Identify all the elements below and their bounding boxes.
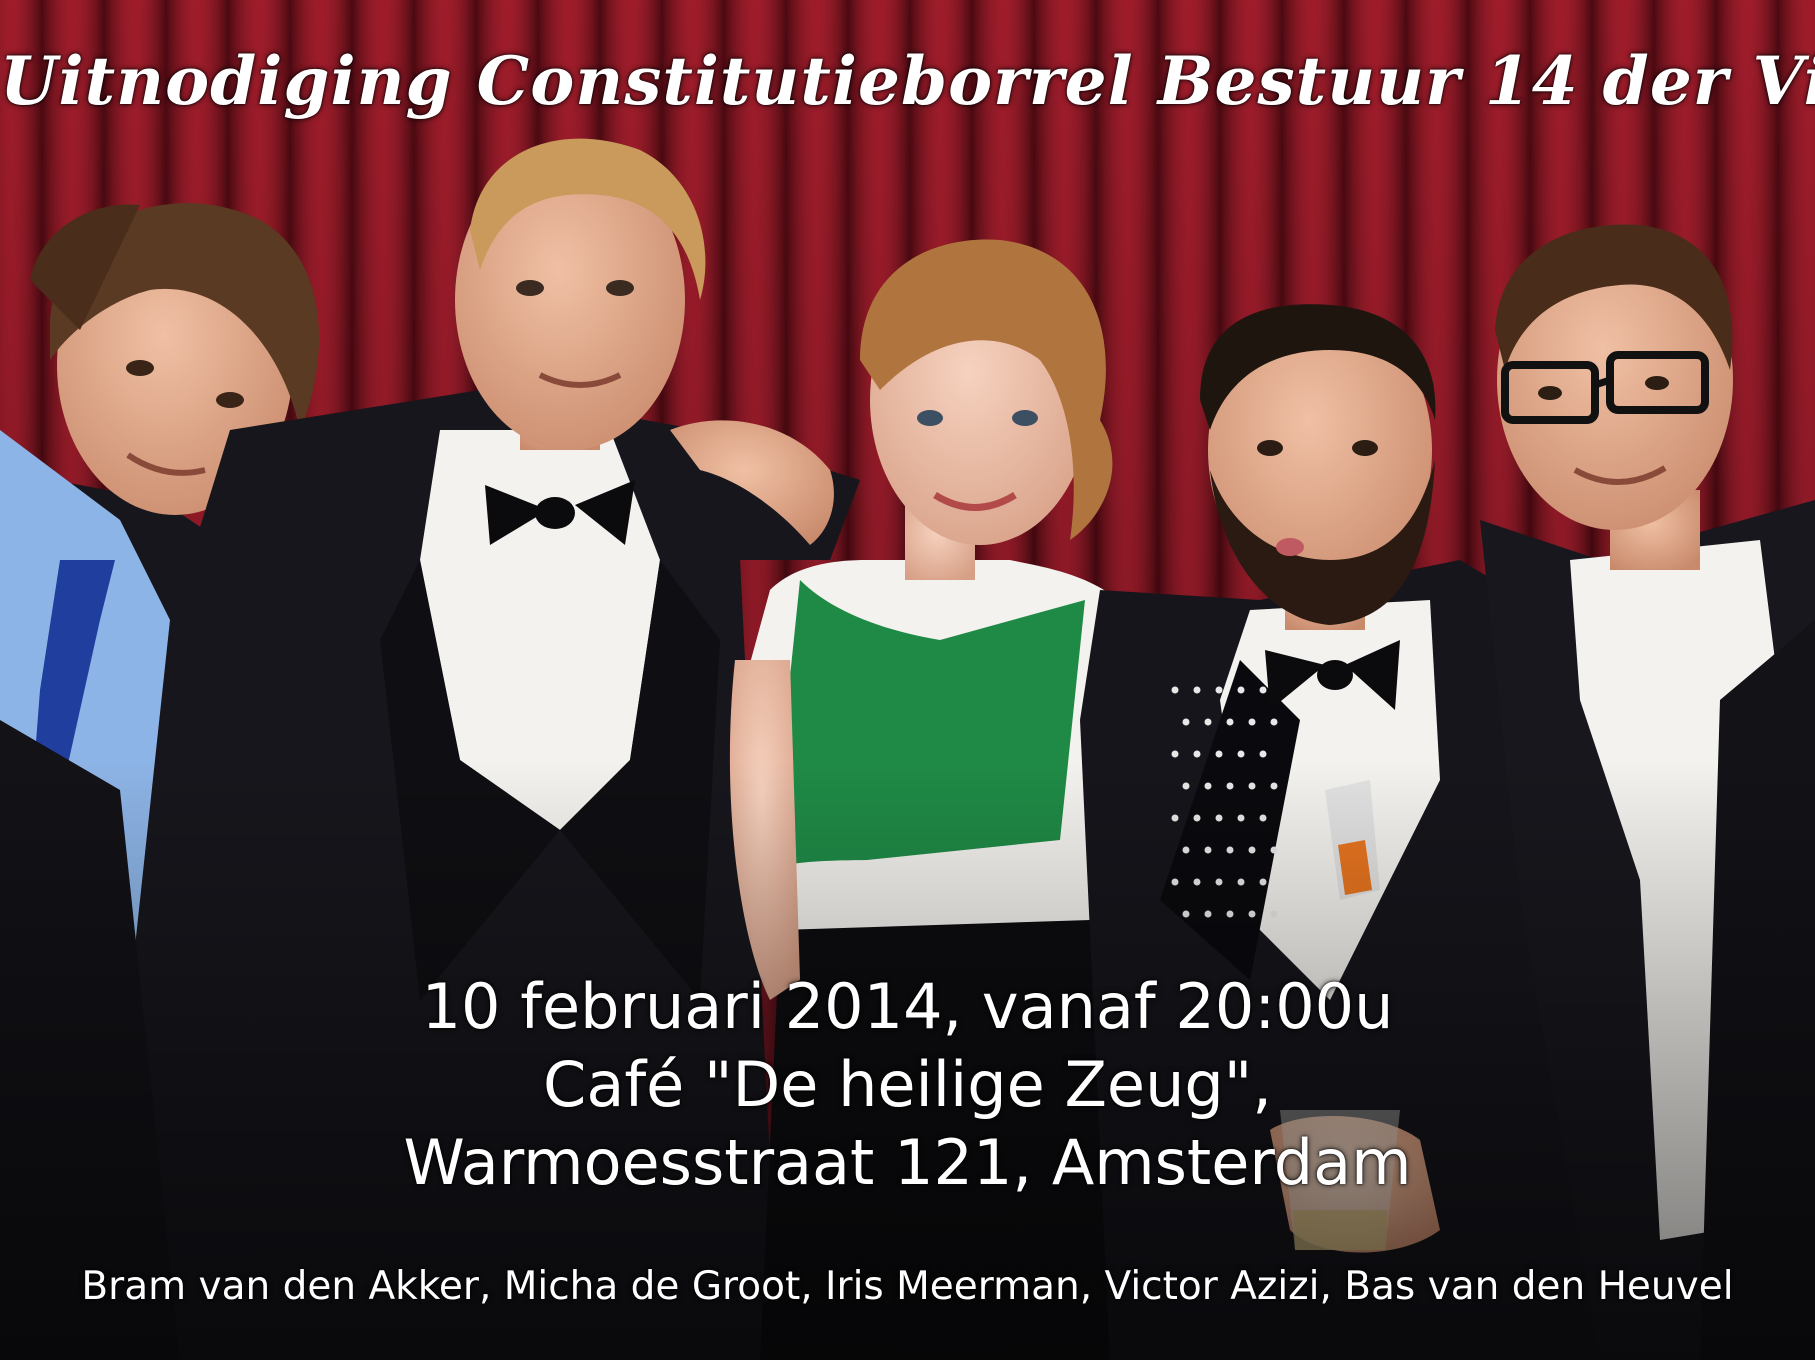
tie-dot [1182, 718, 1190, 726]
tie-dot [1237, 686, 1245, 694]
tie-dot [1193, 686, 1201, 694]
event-venue: Café "De heilige Zeug", [543, 1048, 1272, 1121]
tie-dot [1215, 686, 1223, 694]
tie-dot [1171, 750, 1179, 758]
tie-dot [1259, 686, 1267, 694]
invitation-poster: Uitnodiging Constitutieborrel Bestuur 14… [0, 0, 1815, 1360]
invitation-title: Uitnodiging Constitutieborrel Bestuur 14… [0, 42, 1815, 120]
board-member-names: Bram van den Akker, Micha de Groot, Iris… [81, 1264, 1734, 1309]
event-details: 10 februari 2014, vanaf 20:00u Café "De … [0, 968, 1815, 1202]
tie-dot [1215, 750, 1223, 758]
tie-dot [1259, 750, 1267, 758]
tie-dot [1248, 718, 1256, 726]
event-address: Warmoesstraat 121, Amsterdam [403, 1126, 1412, 1199]
tie-dot [1226, 718, 1234, 726]
tie-dot [1237, 750, 1245, 758]
tie-dot [1193, 750, 1201, 758]
event-date-time: 10 februari 2014, vanaf 20:00u [421, 970, 1394, 1043]
tie-dot [1171, 686, 1179, 694]
tie-dot [1204, 718, 1212, 726]
tie-dot [1270, 718, 1278, 726]
